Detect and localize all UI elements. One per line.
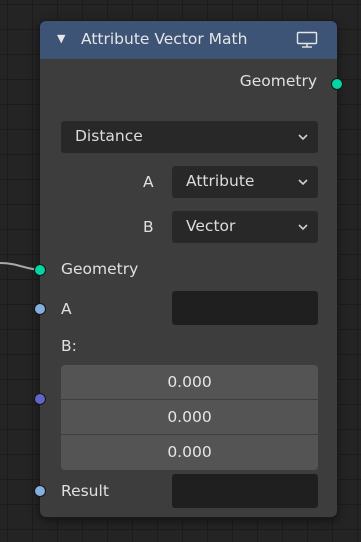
input-b-socket[interactable] — [34, 393, 46, 405]
input-b-type-label: B — [143, 218, 154, 236]
chevron-down-icon — [298, 179, 308, 186]
node-title: Attribute Vector Math — [81, 30, 248, 48]
input-a-type-value: Attribute — [186, 172, 255, 190]
input-b-type-value: Vector — [186, 217, 236, 235]
input-geometry-socket[interactable] — [34, 264, 46, 276]
operation-value: Distance — [75, 127, 143, 145]
input-a-type-label: A — [143, 173, 154, 191]
chevron-down-icon — [298, 224, 308, 231]
input-b-label: B: — [61, 337, 77, 355]
node-header[interactable]: ▼ Attribute Vector Math — [40, 21, 337, 59]
result-label: Result — [61, 482, 109, 500]
operation-dropdown[interactable]: Distance — [61, 121, 318, 153]
node-editor-canvas[interactable]: ▼ Attribute Vector Math Geometry Distanc… — [0, 0, 361, 542]
input-geometry-label: Geometry — [61, 260, 139, 278]
input-a-attribute-field[interactable] — [172, 291, 318, 325]
input-a-socket[interactable] — [34, 303, 46, 315]
input-result-socket[interactable] — [34, 485, 46, 497]
vector-b-fields: 0.000 0.000 0.000 — [61, 365, 318, 470]
output-geometry-socket[interactable] — [331, 78, 343, 90]
vector-b-y-field[interactable]: 0.000 — [61, 400, 318, 434]
input-b-type-dropdown[interactable]: Vector — [172, 211, 318, 243]
input-a-type-dropdown[interactable]: Attribute — [172, 166, 318, 198]
triangle-down-icon[interactable]: ▼ — [57, 32, 65, 45]
vector-b-x-field[interactable]: 0.000 — [61, 365, 318, 399]
chevron-down-icon — [298, 134, 308, 141]
monitor-icon[interactable] — [296, 31, 318, 53]
attribute-vector-math-node[interactable]: ▼ Attribute Vector Math Geometry Distanc… — [34, 21, 343, 517]
input-a-label: A — [61, 300, 72, 318]
output-geometry-label: Geometry — [239, 72, 317, 90]
result-attribute-field[interactable] — [172, 474, 318, 508]
vector-b-z-field[interactable]: 0.000 — [61, 435, 318, 469]
